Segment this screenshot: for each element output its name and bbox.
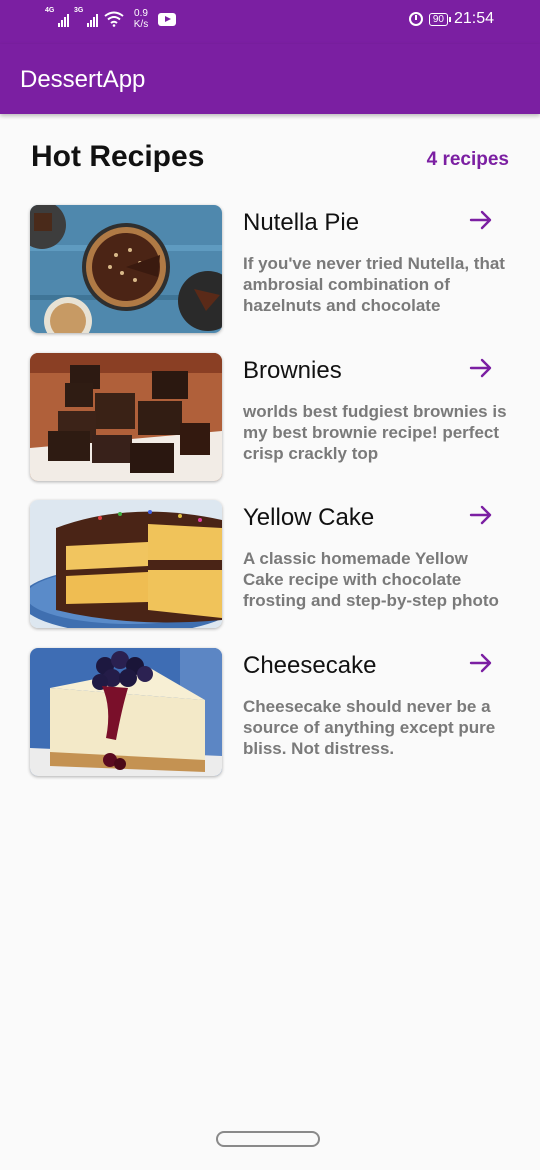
recipe-card[interactable]: Nutella Pie If you've never tried Nutell… [30, 205, 510, 333]
recipe-count: 4 recipes [426, 149, 509, 170]
recipe-title: Brownies [243, 357, 342, 384]
signal-icon: 4G [45, 7, 69, 27]
battery-level: 90 [432, 13, 444, 25]
wifi-icon [104, 11, 124, 27]
speed-unit: K/s [133, 19, 149, 30]
recipe-card[interactable]: Brownies worlds best fudgiest brownies i… [30, 353, 510, 481]
nutella-pie-image [30, 205, 222, 333]
network-type-label: 4G [45, 7, 55, 14]
home-gesture-handle[interactable] [216, 1131, 320, 1147]
network-speed: 0.9 K/s [130, 8, 152, 30]
cheesecake-image [30, 648, 222, 776]
speed-value: 0.9 [134, 8, 148, 19]
recipe-card[interactable]: Cheesecake Cheesecake should never be a … [30, 648, 510, 776]
recipe-title: Yellow Cake [243, 504, 375, 531]
recipe-description: worlds best fudgiest brownies is my best… [243, 402, 507, 463]
recipe-description: Cheesecake should never be a source of a… [243, 697, 496, 758]
recipe-card[interactable]: Yellow Cake A classic homemade Yellow Ca… [30, 500, 510, 628]
alarm-icon [408, 12, 423, 26]
app-bar: DessertApp [0, 44, 540, 114]
clock: 21:54 [453, 10, 494, 27]
navigation-bar [0, 1112, 540, 1170]
section-title: Hot Recipes [31, 140, 205, 173]
arrow-right-icon[interactable] [468, 355, 494, 381]
youtube-icon [158, 12, 176, 26]
brownies-image [30, 353, 222, 481]
arrow-right-icon[interactable] [468, 502, 494, 528]
yellow-cake-image [30, 500, 222, 628]
status-bar: 4G 3G 0.9 K/s 90 21:54 [0, 0, 540, 44]
arrow-right-icon[interactable] [468, 650, 494, 676]
signal-icon: 3G [74, 7, 98, 27]
recipe-title: Nutella Pie [243, 209, 360, 236]
recipe-title: Cheesecake [243, 652, 377, 679]
recipe-description: A classic homemade Yellow Cake recipe wi… [243, 549, 499, 610]
arrow-right-icon[interactable] [468, 207, 494, 233]
app-title: DessertApp [20, 66, 146, 93]
recipe-description: If you've never tried Nutella, that ambr… [243, 254, 505, 315]
battery-icon: 90 [428, 12, 452, 26]
network-type-label: 3G [74, 7, 84, 14]
